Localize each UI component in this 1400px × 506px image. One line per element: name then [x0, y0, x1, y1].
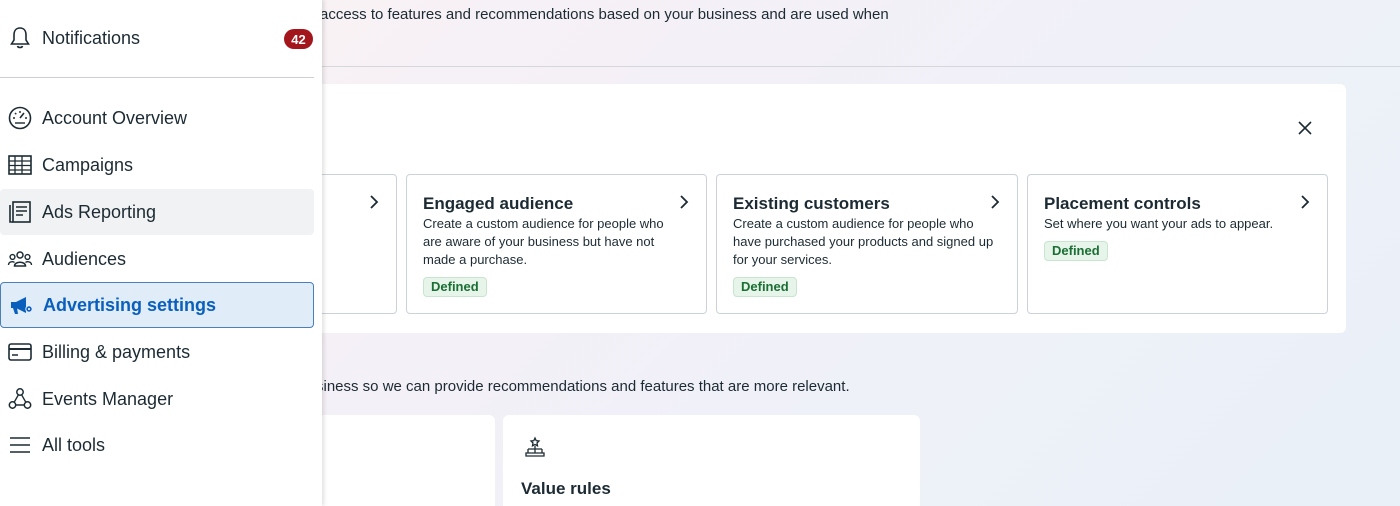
sidebar-item-billing[interactable]: Billing & payments	[0, 329, 314, 375]
sidebar-item-events-manager[interactable]: Events Manager	[0, 376, 314, 422]
chevron-right-icon	[991, 195, 1000, 209]
card-description: Set where you want your ads to appear.	[1044, 216, 1274, 231]
card-title: Value rules	[521, 479, 611, 498]
sidebar-divider	[0, 77, 314, 78]
sidebar: Notifications 42 Account Overview Campai…	[0, 0, 322, 506]
sidebar-item-campaigns[interactable]: Campaigns	[0, 142, 314, 188]
setting-card-placement-controls[interactable]: Placement controls Set where you want yo…	[1027, 174, 1328, 314]
gauge-icon	[6, 104, 34, 132]
menu-icon	[6, 431, 34, 459]
notification-count-badge: 42	[284, 29, 313, 49]
status-badge: Defined	[1044, 241, 1108, 261]
sidebar-item-label: Notifications	[42, 27, 141, 48]
sidebar-item-label: All tools	[42, 434, 106, 455]
card-title: Existing customers	[733, 194, 890, 213]
people-icon	[6, 245, 34, 273]
sidebar-item-label: Ads Reporting	[42, 201, 157, 222]
close-button[interactable]	[1294, 117, 1316, 139]
sidebar-item-label: Audiences	[42, 248, 127, 269]
chevron-right-icon	[1301, 195, 1310, 209]
sidebar-item-account-overview[interactable]: Account Overview	[0, 95, 314, 141]
setting-card-existing-customers[interactable]: Existing customers Create a custom audie…	[716, 174, 1018, 314]
sidebar-item-label: Billing & payments	[42, 341, 191, 362]
sidebar-item-audiences[interactable]: Audiences	[0, 236, 314, 282]
intro-text: access to features and recommendations b…	[320, 6, 889, 23]
status-badge: Defined	[423, 277, 487, 297]
sidebar-item-label: Campaigns	[42, 154, 134, 175]
table-icon	[6, 151, 34, 179]
report-icon	[6, 198, 34, 226]
sidebar-item-label: Account Overview	[42, 107, 188, 128]
sidebar-item-notifications[interactable]: Notifications	[0, 15, 314, 61]
section-description: siness so we can provide recommendations…	[316, 378, 850, 395]
sidebar-item-ads-reporting[interactable]: Ads Reporting	[0, 189, 314, 235]
lower-card-hidden[interactable]	[300, 415, 495, 506]
card-title: Placement controls	[1044, 194, 1201, 213]
close-icon	[1298, 121, 1312, 135]
value-rules-icon	[525, 436, 545, 457]
card-title: Engaged audience	[423, 194, 574, 213]
sidebar-item-label: Events Manager	[42, 388, 174, 409]
sidebar-item-label: Advertising settings	[43, 294, 217, 315]
chevron-right-icon	[680, 195, 689, 209]
status-badge: Defined	[733, 277, 797, 297]
card-description: Create a custom audience for people who …	[733, 216, 994, 267]
chevron-right-icon	[370, 195, 379, 209]
lower-card-value-rules[interactable]: Value rules	[503, 415, 920, 506]
bell-icon	[6, 24, 34, 52]
events-icon	[6, 385, 34, 413]
card-description: Create a custom audience for people who …	[423, 216, 664, 267]
sidebar-item-all-tools[interactable]: All tools	[0, 422, 314, 468]
card-icon	[6, 338, 34, 366]
sidebar-item-advertising-settings[interactable]: Advertising settings	[0, 282, 314, 328]
megaphone-icon	[7, 291, 35, 319]
setting-card-engaged-audience[interactable]: Engaged audience Create a custom audienc…	[406, 174, 707, 314]
divider	[322, 66, 1400, 67]
